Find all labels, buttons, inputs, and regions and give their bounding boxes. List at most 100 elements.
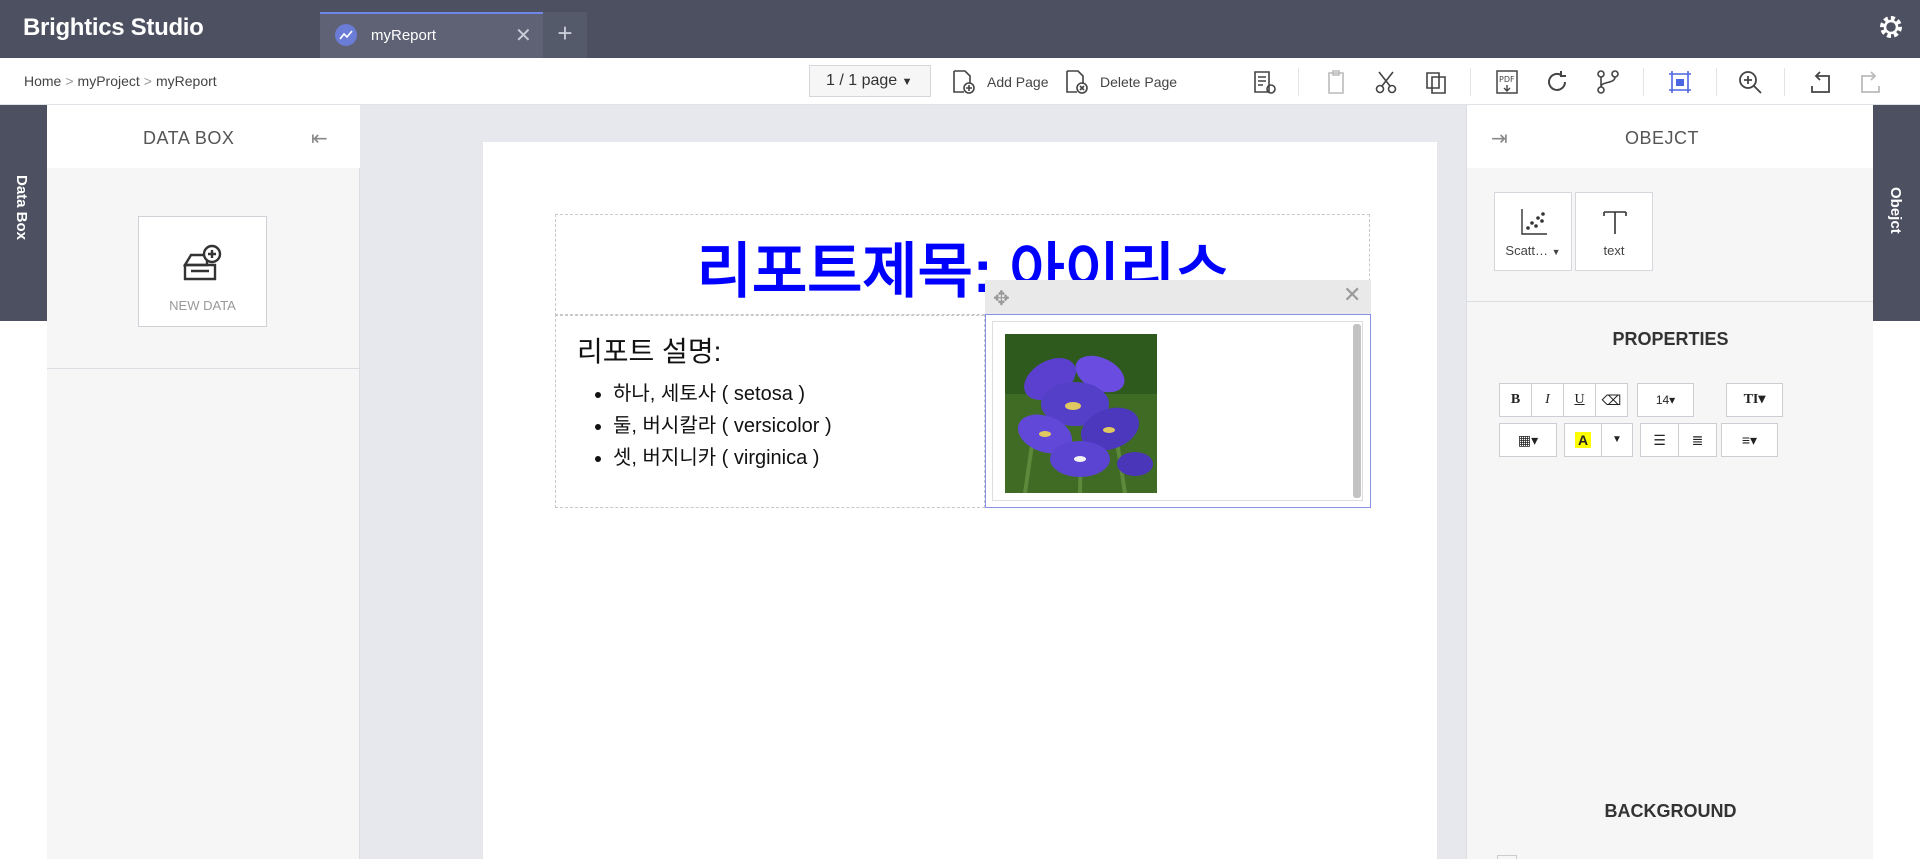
- image-scrollbar[interactable]: [1353, 324, 1361, 498]
- toolbar-divider: [1298, 68, 1299, 96]
- eraser-button[interactable]: ⌫: [1595, 383, 1628, 417]
- undo-icon[interactable]: [1806, 68, 1834, 96]
- breadcrumb-project[interactable]: myProject: [78, 73, 140, 89]
- object-header: ⇥ OBEJCT: [1467, 105, 1874, 168]
- fit-to-page-icon[interactable]: [1666, 68, 1694, 96]
- zoom-in-icon[interactable]: [1736, 68, 1764, 96]
- paste-icon[interactable]: [1322, 68, 1350, 96]
- image-object-header[interactable]: ✥ ✕: [985, 280, 1371, 314]
- numbered-list-button[interactable]: ≣: [1678, 423, 1717, 457]
- font-size-select[interactable]: 14▾: [1637, 383, 1694, 417]
- align-icon: ≡▾: [1741, 432, 1758, 448]
- list-item: 셋, 버지니카 ( virginica ): [613, 441, 832, 473]
- gear-icon[interactable]: [1876, 12, 1906, 42]
- object-text-label: text: [1603, 243, 1625, 258]
- object-strip[interactable]: Obejct: [1873, 105, 1920, 321]
- breadcrumb-separator: >: [65, 73, 74, 89]
- redo-icon[interactable]: [1857, 68, 1885, 96]
- delete-page-label: Delete Page: [1100, 74, 1178, 90]
- copy-icon[interactable]: [1422, 68, 1450, 96]
- description-title: 리포트 설명:: [577, 336, 722, 367]
- list-item: 하나, 세토사 ( setosa ): [613, 377, 832, 409]
- align-select[interactable]: ≡▾: [1721, 423, 1778, 457]
- add-page-button[interactable]: Add Page: [950, 69, 1055, 95]
- collapse-right-icon[interactable]: ⇥: [1491, 126, 1508, 151]
- collapse-left-icon[interactable]: ⇤: [311, 126, 328, 151]
- text-size-icon: TI▾: [1743, 392, 1766, 407]
- object-title: OBEJCT: [1625, 128, 1700, 148]
- list-item: 둘, 버시칼라 ( versicolor ): [613, 409, 832, 441]
- data-box-strip-label: Data Box: [13, 175, 30, 241]
- background-title: BACKGROUND: [1604, 801, 1737, 821]
- toolbar-divider: [1784, 68, 1785, 96]
- report-page[interactable]: 리포트제목: 아이리스 리포트 설명: 하나, 세토사 ( setosa ) 둘…: [483, 142, 1437, 859]
- object-scatter-label: Scatt… ▼: [1495, 243, 1571, 258]
- underline-button[interactable]: U: [1563, 383, 1596, 417]
- bullet-list-icon: ☰: [1653, 432, 1666, 448]
- highlight-dropdown[interactable]: ▼: [1601, 423, 1633, 457]
- breadcrumb: Home > myProject > myReport: [24, 73, 217, 89]
- branch-icon[interactable]: [1594, 68, 1622, 96]
- tab-myreport[interactable]: myReport ✕: [320, 12, 543, 58]
- tab-label: myReport: [371, 27, 437, 44]
- table-button[interactable]: ▦▾: [1499, 423, 1557, 457]
- toolbar-divider: [1470, 68, 1471, 96]
- bold-button[interactable]: B: [1499, 383, 1532, 417]
- bullet-list-button[interactable]: ☰: [1640, 423, 1679, 457]
- cut-icon[interactable]: [1372, 68, 1400, 96]
- add-page-icon: [953, 70, 975, 94]
- numbered-list-icon: ≣: [1691, 432, 1704, 448]
- new-data-button[interactable]: NEW DATA: [138, 216, 267, 327]
- table-icon: ▦▾: [1517, 432, 1539, 448]
- object-label: Scatt…: [1505, 243, 1549, 258]
- report-toolbar: Home > myProject > myReport 1 / 1 page ▼ Add…: [0, 58, 1920, 105]
- object-panel: ⇥ OBEJCT Scatt… ▼ text PROPERTIES B I U …: [1466, 105, 1874, 859]
- breadcrumb-home[interactable]: Home: [24, 73, 61, 89]
- font-style-select[interactable]: TI▾: [1726, 383, 1783, 417]
- svg-text:PDF: PDF: [1499, 75, 1515, 84]
- page-select-value: 1 / 1 page: [826, 72, 898, 89]
- data-box-strip[interactable]: Data Box: [0, 105, 47, 321]
- new-data-label: NEW DATA: [169, 298, 236, 313]
- italic-button[interactable]: I: [1531, 383, 1564, 417]
- app-title: Brightics Studio: [23, 14, 204, 41]
- move-icon[interactable]: ✥: [993, 286, 1010, 311]
- pdf-export-icon[interactable]: PDF: [1493, 68, 1521, 96]
- image-object[interactable]: [985, 314, 1371, 508]
- divider: [47, 368, 360, 369]
- object-text[interactable]: text: [1575, 192, 1653, 271]
- delete-page-button[interactable]: Delete Page: [1063, 69, 1183, 95]
- add-page-label: Add Page: [987, 74, 1049, 90]
- scatter-chart-icon: [1521, 209, 1547, 235]
- data-box-header: DATA BOX ⇤: [47, 105, 360, 168]
- background-checkbox[interactable]: [1497, 855, 1517, 859]
- toolbar-divider: [1643, 68, 1644, 96]
- image-frame: [992, 321, 1363, 501]
- data-box-panel: DATA BOX ⇤ NEW DATA: [47, 105, 360, 859]
- add-tab-button[interactable]: +: [543, 12, 587, 58]
- report-description-box[interactable]: 리포트 설명: 하나, 세토사 ( setosa ) 둘, 버시칼라 ( ver…: [555, 314, 985, 508]
- iris-flower-image: [1005, 334, 1157, 493]
- close-icon[interactable]: ✕: [1343, 282, 1361, 308]
- caret-down-icon: ▼: [1551, 247, 1561, 257]
- breadcrumb-report[interactable]: myReport: [156, 73, 217, 89]
- eraser-icon: ⌫: [1601, 392, 1622, 408]
- caret-down-icon: ▼: [901, 76, 913, 88]
- tab-close-icon[interactable]: ✕: [515, 23, 532, 48]
- top-bar: Brightics Studio myReport ✕ +: [0, 0, 1920, 58]
- highlight-icon: A: [1574, 432, 1592, 448]
- add-data-icon: [182, 244, 222, 281]
- breadcrumb-separator: >: [143, 73, 152, 89]
- page-settings-icon[interactable]: [1250, 68, 1278, 96]
- refresh-icon[interactable]: [1543, 68, 1571, 96]
- report-icon: [335, 24, 357, 46]
- caret-down-icon: ▼: [1612, 434, 1622, 445]
- highlight-color-button[interactable]: A: [1564, 423, 1602, 457]
- toolbar-divider: [1716, 68, 1717, 96]
- delete-page-icon: [1066, 70, 1088, 94]
- text-icon: [1603, 211, 1627, 234]
- page-select[interactable]: 1 / 1 page ▼: [809, 65, 931, 97]
- properties-title: PROPERTIES: [1612, 329, 1729, 349]
- object-strip-label: Obejct: [1887, 187, 1904, 234]
- object-scatter[interactable]: Scatt… ▼: [1494, 192, 1572, 271]
